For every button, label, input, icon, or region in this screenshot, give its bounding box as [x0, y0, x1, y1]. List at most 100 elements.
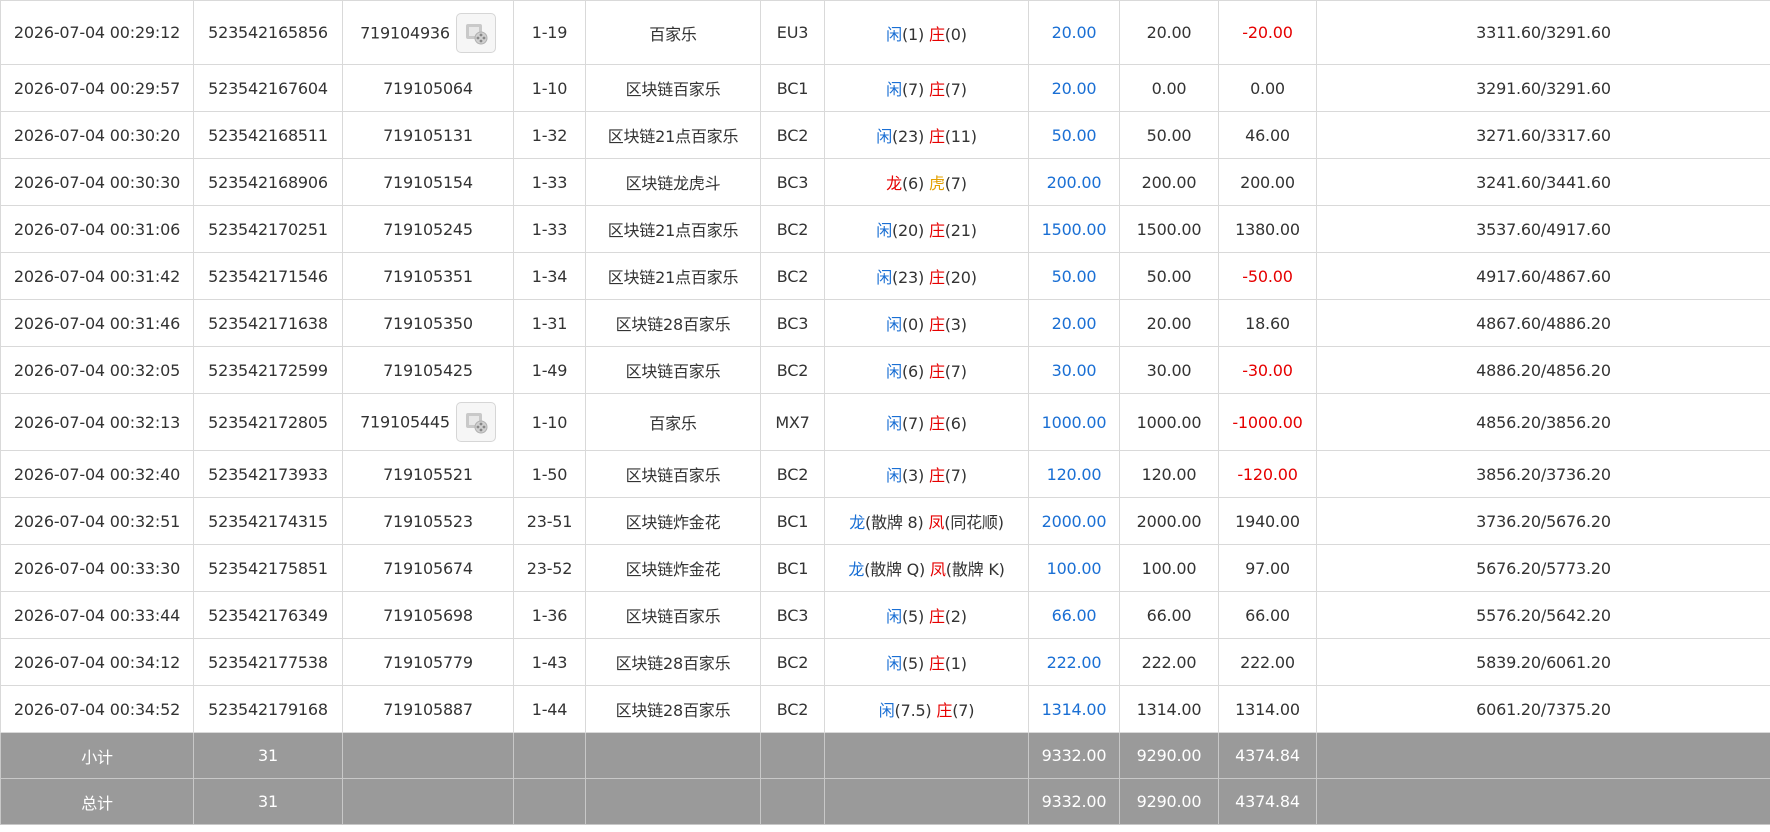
valid-bet: 30.00: [1119, 346, 1219, 394]
video-replay-icon[interactable]: [455, 12, 496, 53]
round-id-cell: 719104936: [342, 0, 514, 65]
game-name: 区块链21点百家乐: [585, 252, 761, 300]
shoe-number: 1-31: [513, 299, 586, 347]
game-name: 区块链百家乐: [585, 346, 761, 394]
result-segment: (散牌 K): [945, 560, 1005, 579]
shoe-number: 1-33: [513, 205, 586, 253]
result-segment: (7): [944, 362, 967, 381]
round-id: 719105887: [383, 700, 473, 719]
round-id-cell: 719105064: [342, 64, 514, 112]
win-loss: -50.00: [1218, 252, 1317, 300]
balance-before-after: 3311.60/3291.60: [1316, 0, 1770, 65]
result-segment: (同花顺): [944, 513, 1004, 532]
table-code: BC3: [760, 299, 825, 347]
result-segment: (7): [944, 466, 967, 485]
balance-before-after: 3271.60/3317.60: [1316, 111, 1770, 159]
result-segment: (7): [944, 80, 967, 99]
result-segment: (6): [901, 174, 929, 193]
summary-bet: 9332.00: [1028, 732, 1120, 779]
round-id: 719104936: [360, 23, 450, 42]
round-id-cell: 719105887: [342, 685, 514, 733]
bet-time: 2026-07-04 00:33:30: [0, 544, 194, 592]
table-row: 2026-07-04 00:29:12 523542165856 719104936…: [0, 0, 1770, 65]
round-id: 719105351: [383, 267, 473, 286]
table-row: 2026-07-04 00:32:51 523542174315 719105523…: [0, 497, 1770, 545]
round-id-cell: 719105698: [342, 591, 514, 639]
result-segment: (23): [892, 268, 929, 287]
bet-time: 2026-07-04 00:29:57: [0, 64, 194, 112]
video-replay-icon[interactable]: [455, 402, 496, 442]
shoe-number: 1-49: [513, 346, 586, 394]
summary-count: 31: [193, 778, 343, 825]
bet-time: 2026-07-04 00:34:52: [0, 685, 194, 733]
bet-id: 523542179168: [193, 685, 343, 733]
result-segment: 闲: [876, 127, 892, 146]
table-code: BC2: [760, 450, 825, 498]
result-segment: 龙: [849, 513, 866, 532]
bet-time: 2026-07-04 00:34:12: [0, 638, 194, 686]
result-segment: 虎: [928, 174, 945, 193]
valid-bet: 222.00: [1119, 638, 1219, 686]
bet-time: 2026-07-04 00:30:30: [0, 158, 194, 206]
valid-bet: 0.00: [1119, 64, 1219, 112]
bet-id: 523542172599: [193, 346, 343, 394]
round-id-cell: 719105521: [342, 450, 514, 498]
win-loss: -30.00: [1218, 346, 1317, 394]
win-loss: 1314.00: [1218, 685, 1317, 733]
game-result: 闲(7) 庄(6): [824, 393, 1029, 451]
empty-cell: [513, 778, 586, 825]
valid-bet: 1314.00: [1119, 685, 1219, 733]
game-name: 区块链21点百家乐: [585, 111, 761, 159]
valid-bet: 50.00: [1119, 252, 1219, 300]
result-segment: 凤: [928, 513, 945, 532]
result-segment: 庄: [928, 654, 945, 673]
balance-before-after: 5576.20/5642.20: [1316, 591, 1770, 639]
summary-valid: 9290.00: [1119, 732, 1219, 779]
win-loss: 200.00: [1218, 158, 1317, 206]
bet-id: 523542174315: [193, 497, 343, 545]
shoe-number: 1-34: [513, 252, 586, 300]
summary-valid: 9290.00: [1119, 778, 1219, 825]
result-segment: 庄: [928, 362, 945, 381]
result-segment: 龙: [848, 560, 865, 579]
result-segment: 庄: [928, 607, 945, 626]
result-segment: (2): [944, 607, 967, 626]
result-segment: (1): [944, 654, 967, 673]
win-loss: -120.00: [1218, 450, 1317, 498]
result-segment: (23): [892, 127, 929, 146]
table-code: BC2: [760, 205, 825, 253]
game-result: 闲(20) 庄(21): [824, 205, 1029, 253]
game-name: 区块链炸金花: [585, 497, 761, 545]
bet-id: 523542170251: [193, 205, 343, 253]
bet-amount: 30.00: [1028, 346, 1120, 394]
bet-id: 523542165856: [193, 0, 343, 65]
result-segment: (0): [944, 24, 967, 44]
win-loss: 66.00: [1218, 591, 1317, 639]
shoe-number: 1-33: [513, 158, 586, 206]
bet-time: 2026-07-04 00:29:12: [0, 0, 194, 65]
result-segment: 庄: [928, 127, 945, 146]
valid-bet: 1000.00: [1119, 393, 1219, 451]
result-segment: 庄: [928, 24, 945, 44]
result-segment: (3): [944, 315, 967, 334]
game-result: 闲(1) 庄(0): [824, 0, 1029, 65]
balance-before-after: 5839.20/6061.20: [1316, 638, 1770, 686]
game-name: 区块链28百家乐: [585, 638, 761, 686]
win-loss: -20.00: [1218, 0, 1317, 65]
summary-win: 4374.84: [1218, 732, 1317, 779]
game-result: 闲(23) 庄(11): [824, 111, 1029, 159]
result-segment: 闲: [876, 268, 892, 287]
table-code: MX7: [760, 393, 825, 451]
result-segment: 闲: [886, 607, 902, 626]
shoe-number: 23-51: [513, 497, 586, 545]
result-segment: (5): [901, 607, 929, 626]
bet-amount: 100.00: [1028, 544, 1120, 592]
round-id-cell: 719105351: [342, 252, 514, 300]
shoe-number: 1-36: [513, 591, 586, 639]
result-segment: 闲: [886, 24, 902, 44]
round-id-cell: 719105245: [342, 205, 514, 253]
round-id: 719105445: [360, 412, 450, 432]
bet-id: 523542167604: [193, 64, 343, 112]
bet-amount: 2000.00: [1028, 497, 1120, 545]
game-name: 区块链28百家乐: [585, 299, 761, 347]
